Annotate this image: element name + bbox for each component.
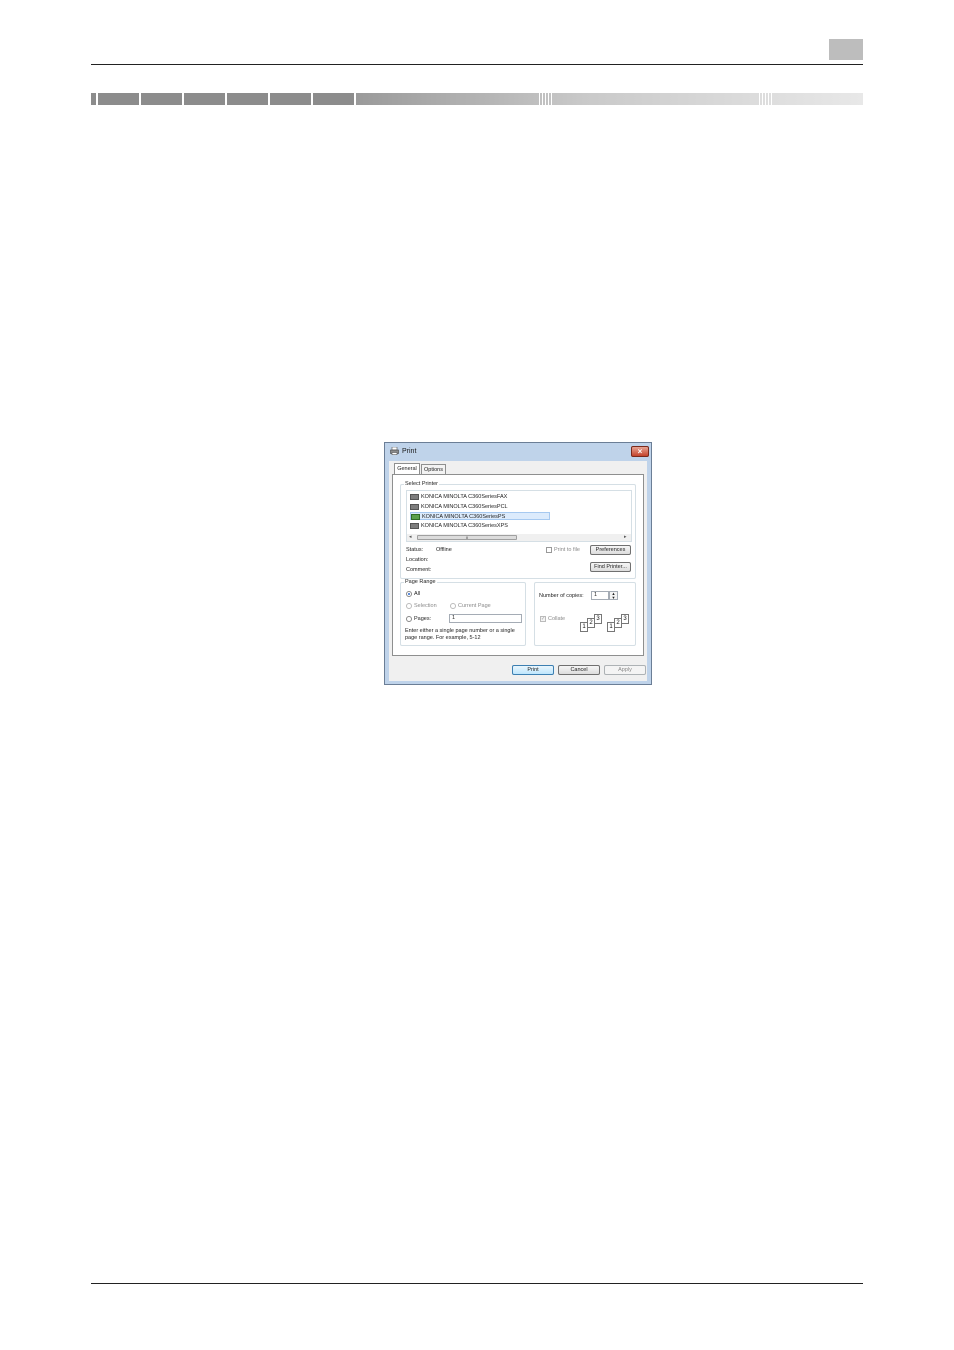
tab-general[interactable]: General bbox=[394, 463, 420, 474]
copies-spinner[interactable]: ▲ ▼ bbox=[609, 591, 618, 600]
page-range-label: Page Range bbox=[404, 579, 437, 585]
copies-input[interactable]: 1 bbox=[591, 591, 609, 600]
close-icon: × bbox=[637, 447, 643, 456]
collate-page-2: 2 bbox=[614, 618, 622, 628]
collate-page-2: 2 bbox=[587, 618, 595, 628]
selection-label: Selection bbox=[414, 603, 437, 609]
dialog-title: Print bbox=[402, 448, 417, 455]
find-printer-button[interactable]: Find Printer... bbox=[590, 562, 631, 572]
scroll-right-icon[interactable]: ▸ bbox=[624, 534, 627, 541]
pages-input[interactable]: 1 bbox=[449, 614, 522, 623]
preferences-button[interactable]: Preferences bbox=[590, 545, 631, 555]
status-label: Status: bbox=[406, 547, 424, 553]
dialog-body: General Options Select Printer KONICA MI… bbox=[389, 461, 647, 681]
band-segment bbox=[270, 93, 311, 105]
all-radio[interactable] bbox=[406, 591, 412, 597]
printer-item-fax[interactable]: KONICA MINOLTA C360SeriesFAX bbox=[410, 493, 507, 501]
status-value: Offline bbox=[436, 547, 452, 553]
pages-radio[interactable] bbox=[406, 616, 412, 622]
copies-group: Number of copies: 1 ▲ ▼ ✓ Collate 3 2 1 3… bbox=[534, 582, 636, 646]
band-segment bbox=[91, 93, 96, 105]
scrollbar-thumb[interactable]: ‖ bbox=[417, 535, 517, 540]
scroll-left-icon[interactable]: ◂ bbox=[409, 534, 412, 541]
printer-item-ps[interactable]: KONICA MINOLTA C360SeriesPS bbox=[410, 512, 550, 520]
selection-radio[interactable] bbox=[406, 603, 412, 609]
spin-down-icon[interactable]: ▼ bbox=[612, 595, 616, 600]
select-printer-label: Select Printer bbox=[404, 481, 440, 487]
printer-name: KONICA MINOLTA C360SeriesPS bbox=[422, 514, 506, 520]
apply-button[interactable]: Apply bbox=[604, 665, 646, 675]
general-tab-panel: Select Printer KONICA MINOLTA C360Series… bbox=[392, 474, 644, 656]
band-segment bbox=[313, 93, 354, 105]
printer-name: KONICA MINOLTA C360SeriesXPS bbox=[421, 523, 508, 529]
collate-page-3: 3 bbox=[621, 614, 629, 624]
printer-list[interactable]: KONICA MINOLTA C360SeriesFAX KONICA MINO… bbox=[406, 490, 632, 542]
close-button[interactable]: × bbox=[631, 446, 649, 457]
comment-label: Comment: bbox=[406, 567, 432, 573]
print-dialog: Print × General Options Select Printer K… bbox=[384, 442, 652, 685]
band-segment bbox=[184, 93, 225, 105]
band-segment bbox=[227, 93, 268, 105]
current-page-radio[interactable] bbox=[450, 603, 456, 609]
printer-name: KONICA MINOLTA C360SeriesPCL bbox=[421, 504, 508, 510]
page-range-group: Page Range All Selection Current Page Pa… bbox=[400, 579, 526, 646]
horizontal-scrollbar[interactable]: ◂ ‖ ▸ bbox=[407, 534, 631, 541]
default-printer-icon bbox=[411, 513, 420, 520]
band-segment bbox=[141, 93, 182, 105]
printer-icon bbox=[390, 447, 399, 455]
chapter-number-box bbox=[829, 39, 863, 60]
section-header-band bbox=[91, 93, 863, 105]
printer-icon bbox=[410, 522, 419, 529]
printer-icon bbox=[410, 503, 419, 510]
collate-label: Collate bbox=[548, 616, 566, 622]
current-page-label: Current Page bbox=[458, 603, 491, 609]
footer-rule bbox=[91, 1283, 863, 1284]
printer-icon bbox=[410, 493, 419, 500]
band-gradient bbox=[356, 93, 863, 105]
printer-item-xps[interactable]: KONICA MINOLTA C360SeriesXPS bbox=[410, 522, 508, 530]
pages-label: Pages: bbox=[414, 616, 432, 622]
number-of-copies-label: Number of copies: bbox=[539, 593, 584, 599]
print-to-file-label: Print to file bbox=[554, 547, 580, 553]
page-range-hint: Enter either a single page number or a s… bbox=[405, 628, 515, 641]
all-label: All bbox=[414, 591, 421, 597]
select-printer-group: Select Printer KONICA MINOLTA C360Series… bbox=[400, 481, 636, 579]
print-to-file-checkbox[interactable] bbox=[546, 547, 552, 553]
cancel-button[interactable]: Cancel bbox=[558, 665, 600, 675]
collate-page-3: 3 bbox=[594, 614, 602, 624]
printer-item-pcl[interactable]: KONICA MINOLTA C360SeriesPCL bbox=[410, 503, 508, 511]
header-rule bbox=[91, 64, 863, 65]
collate-page-1: 1 bbox=[580, 622, 588, 632]
dialog-titlebar[interactable]: Print × bbox=[385, 443, 651, 460]
tab-options[interactable]: Options bbox=[421, 464, 446, 474]
collate-page-1: 1 bbox=[607, 622, 615, 632]
band-segment bbox=[98, 93, 139, 105]
collate-checkbox[interactable]: ✓ bbox=[540, 616, 546, 622]
printer-name: KONICA MINOLTA C360SeriesFAX bbox=[421, 494, 508, 500]
location-label: Location: bbox=[406, 557, 429, 563]
print-button[interactable]: Print bbox=[512, 665, 554, 675]
